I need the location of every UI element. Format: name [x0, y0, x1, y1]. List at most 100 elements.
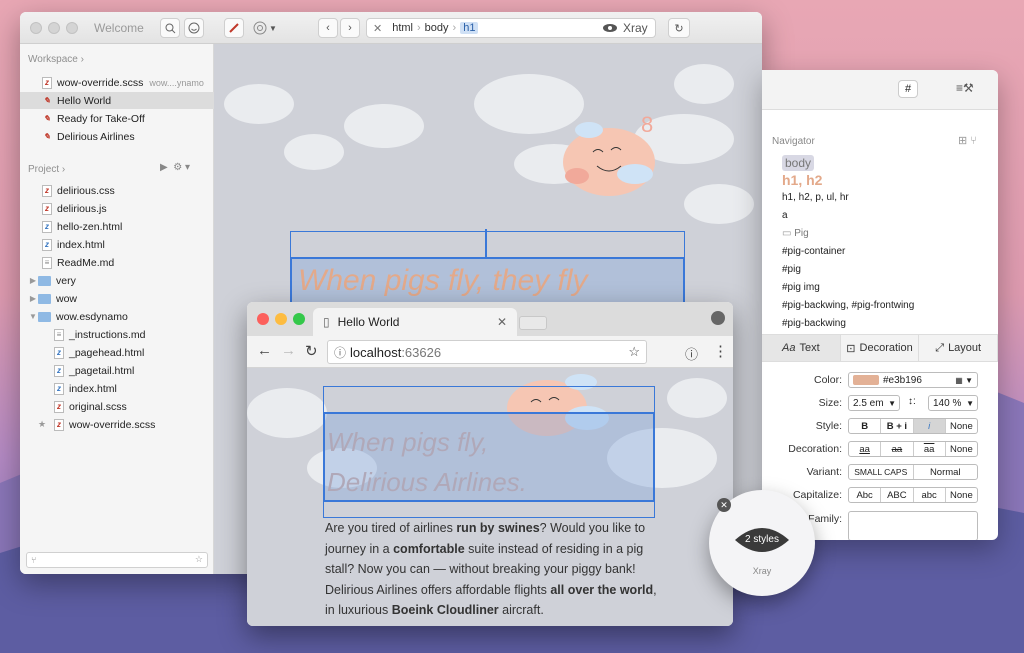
- decoration-none-option[interactable]: None: [946, 442, 977, 456]
- line-height-field[interactable]: 140 % ▼: [928, 395, 978, 411]
- project-file[interactable]: ≡ ReadMe.md: [20, 254, 214, 271]
- kebab-menu-icon[interactable]: ⋮: [713, 342, 728, 360]
- settings-icon[interactable]: ⚙ ▾: [173, 162, 190, 173]
- minimize-window-button[interactable]: [48, 22, 60, 34]
- zoom-window-button[interactable]: [66, 22, 78, 34]
- capitalize-title-option[interactable]: Abc: [849, 488, 882, 502]
- project-file[interactable]: z index.html: [20, 236, 214, 253]
- forward-button[interactable]: ›: [340, 18, 360, 38]
- breadcrumb-h1[interactable]: h1: [460, 22, 479, 34]
- play-icon[interactable]: ▶: [160, 162, 168, 173]
- close-window-button[interactable]: [257, 313, 269, 325]
- nav-item[interactable]: #pig-backwing: [782, 318, 846, 329]
- project-actions[interactable]: ▶ ⚙ ▾: [160, 162, 190, 173]
- close-xray-icon[interactable]: ✕: [717, 498, 731, 512]
- browser-tab[interactable]: ▯ Hello World ✕: [313, 308, 517, 336]
- project-folder[interactable]: ▶ very: [20, 272, 214, 289]
- size-field[interactable]: 2.5 em ▼: [848, 395, 900, 411]
- reload-button[interactable]: ↻: [668, 18, 690, 38]
- nav-item[interactable]: a: [782, 210, 788, 221]
- color-field[interactable]: #e3b196 ▦ ▼: [848, 372, 978, 388]
- canvas-heading: When pigs fly, they fly: [298, 264, 588, 297]
- subfolder-file[interactable]: ≡ _instructions.md: [20, 326, 214, 343]
- project-file[interactable]: z delirious.js: [20, 200, 214, 217]
- decoration-label: Decoration:: [788, 443, 842, 455]
- style-bold-option[interactable]: B: [849, 419, 882, 433]
- style-none-option[interactable]: None: [946, 419, 977, 433]
- browser-content[interactable]: When pigs fly, Delirious Airlines. Are y…: [247, 368, 733, 626]
- subfolder-file[interactable]: z index.html: [20, 380, 214, 397]
- xray-button[interactable]: Xray: [602, 18, 656, 38]
- profile-avatar-icon[interactable]: [711, 311, 725, 325]
- new-tab-button[interactable]: [519, 316, 547, 330]
- workspace-file[interactable]: z wow-override.scss wow....ynamo: [20, 74, 214, 91]
- project-folder[interactable]: ▶ wow: [20, 290, 214, 307]
- search-button[interactable]: [160, 18, 180, 38]
- chevron-down-icon[interactable]: ▦ ▼: [955, 376, 973, 385]
- nav-item-h1-h2[interactable]: h1, h2: [782, 172, 822, 188]
- zen-button[interactable]: [184, 18, 204, 38]
- project-title[interactable]: Project ›: [28, 164, 65, 175]
- disclosure-right-icon[interactable]: ▶: [28, 294, 38, 303]
- reload-icon[interactable]: ↻: [305, 342, 318, 360]
- decoration-underline-option[interactable]: aa: [849, 442, 882, 456]
- disclosure-down-icon[interactable]: ▼: [28, 312, 38, 321]
- style-italic-option[interactable]: i: [913, 419, 946, 433]
- tab-layout[interactable]: ⤢ Layout: [919, 335, 998, 361]
- minimize-window-button[interactable]: [275, 313, 287, 325]
- extension-icon[interactable]: ⓘ: [685, 344, 698, 363]
- back-button[interactable]: ‹: [318, 18, 338, 38]
- decoration-strike-option[interactable]: aa: [881, 442, 914, 456]
- capitalize-none-option[interactable]: None: [946, 488, 977, 502]
- nav-item-body[interactable]: body: [782, 155, 815, 171]
- nav-item[interactable]: #pig-backwing, #pig-frontwing: [782, 300, 914, 311]
- xray-bubble[interactable]: ✕ 2 styles Xray: [709, 490, 815, 596]
- star-filter-icon[interactable]: ☆: [195, 554, 203, 565]
- workspace-file[interactable]: ✎ Delirious Airlines: [20, 128, 214, 145]
- capitalize-lower-option[interactable]: abc: [914, 488, 946, 502]
- close-window-button[interactable]: [30, 22, 42, 34]
- capitalize-upper-option[interactable]: ABC: [881, 488, 914, 502]
- project-file[interactable]: z delirious.css: [20, 182, 214, 199]
- subfolder-file[interactable]: z _pagehead.html: [20, 344, 214, 361]
- close-icon[interactable]: ✕: [373, 22, 382, 35]
- chevron-down-icon: ▼: [269, 23, 277, 33]
- subfolder-file[interactable]: z _pagetail.html: [20, 362, 214, 379]
- nav-item-pig[interactable]: ▭ Pig: [782, 228, 809, 239]
- font-family-field[interactable]: [848, 511, 978, 540]
- nav-item[interactable]: #pig img: [782, 282, 820, 293]
- subfolder-file[interactable]: z original.scss: [20, 398, 214, 415]
- disclosure-right-icon[interactable]: ▶: [28, 276, 38, 285]
- variant-normal-option[interactable]: Normal: [914, 465, 978, 479]
- add-rule-icon[interactable]: ⊞ ⑂: [958, 134, 977, 147]
- tab-decoration[interactable]: ⊡ Decoration: [841, 335, 920, 361]
- project-file[interactable]: z hello-zen.html: [20, 218, 214, 235]
- style-bold-italic-option[interactable]: B + i: [881, 419, 914, 433]
- tab-text[interactable]: Aa Text: [762, 335, 841, 361]
- bookmark-star-icon[interactable]: ☆: [628, 344, 640, 360]
- nav-item[interactable]: #pig-container: [782, 246, 845, 257]
- address-bar[interactable]: ⓘ localhost:63626 ☆: [327, 340, 647, 364]
- workspace-title[interactable]: Workspace ›: [28, 54, 84, 65]
- close-tab-icon[interactable]: ✕: [497, 315, 507, 329]
- subfolder-file[interactable]: ★ z wow-override.scss: [20, 416, 214, 433]
- variant-small-caps-option[interactable]: SMALL CAPS: [849, 465, 914, 479]
- workspace-file[interactable]: ✎ Ready for Take-Off: [20, 110, 214, 127]
- nav-item[interactable]: #pig: [782, 264, 801, 275]
- tools-icon[interactable]: ≡⚒: [956, 81, 974, 95]
- hash-button[interactable]: #: [898, 80, 918, 98]
- target-menu-button[interactable]: ▼: [248, 18, 282, 38]
- nav-item[interactable]: h1, h2, p, ul, hr: [782, 192, 849, 203]
- zoom-window-button[interactable]: [293, 313, 305, 325]
- decoration-overline-option[interactable]: aa: [914, 442, 946, 456]
- project-folder-open[interactable]: ▼ wow.esdynamo: [20, 308, 214, 325]
- workspace-file-selected[interactable]: ✎ Hello World: [20, 92, 214, 109]
- info-icon[interactable]: ⓘ: [334, 344, 346, 361]
- sidebar-filter-bar[interactable]: ⑂ ☆: [26, 552, 208, 568]
- pen-tool-button[interactable]: [224, 18, 244, 38]
- back-arrow-icon[interactable]: ←: [257, 342, 272, 359]
- breadcrumb-body[interactable]: body: [425, 22, 449, 34]
- color-swatch[interactable]: [853, 375, 879, 385]
- breadcrumb-html[interactable]: html: [392, 22, 413, 34]
- forward-arrow-icon[interactable]: →: [281, 342, 296, 359]
